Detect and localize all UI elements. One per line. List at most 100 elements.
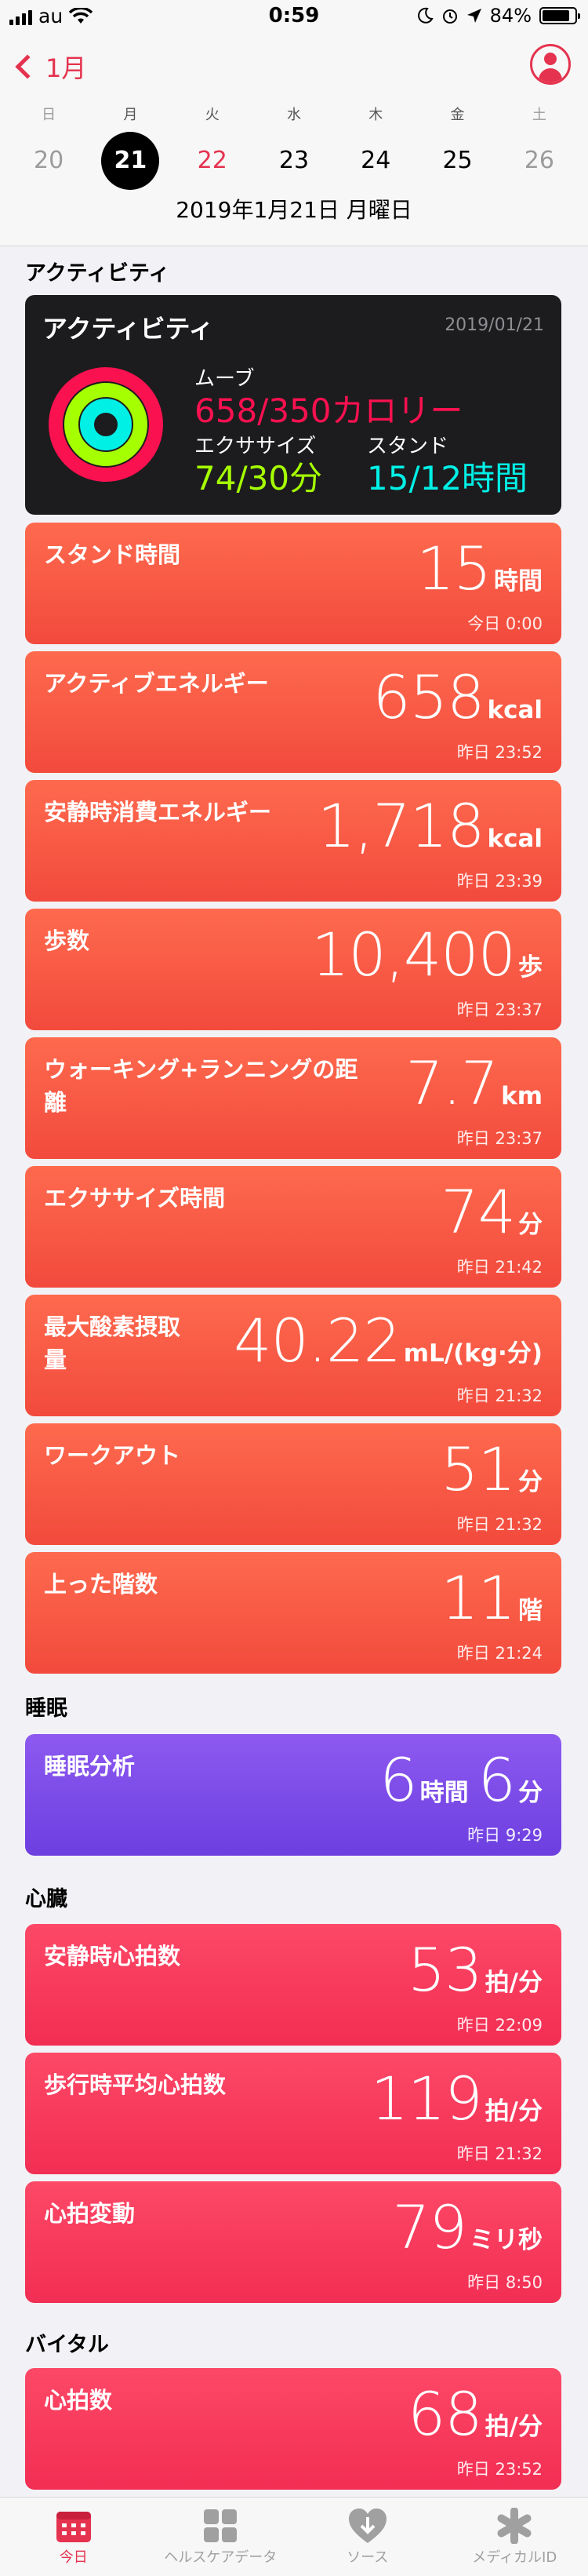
section-title-heart: 心臓: [25, 1887, 67, 1911]
day-number: 20: [34, 147, 64, 174]
metric-timestamp: 昨日 8:50: [467, 2273, 543, 2292]
metric-unit: kcal: [487, 825, 543, 853]
metric-title: 最大酸素摂取量: [44, 1314, 181, 1373]
metric-card-exercise-minutes[interactable]: エクササイズ時間 74 分昨日 21:42: [25, 1166, 561, 1288]
tab-label: ヘルスケアデータ: [164, 2549, 278, 2566]
metric-value-minutes: 6: [477, 1745, 516, 1815]
tab-sources[interactable]: ソース: [294, 2498, 441, 2576]
move-value: 658/350カロリー: [194, 392, 463, 430]
metric-unit: 時間: [419, 1779, 469, 1807]
day-number: 23: [278, 147, 310, 174]
metric-card-walking-heart-rate[interactable]: 歩行時平均心拍数 119 拍/分昨日 21:32: [25, 2053, 561, 2174]
weekday-label: 火: [205, 107, 220, 123]
metric-value: 10,400: [311, 920, 516, 989]
day-cell[interactable]: 火 22: [177, 104, 248, 190]
stand-label: スタンド: [367, 435, 449, 458]
metric-value: 15: [416, 534, 492, 603]
metric-card-resting-energy[interactable]: 安静時消費エネルギー 1,718 kcal 昨日 23:39: [25, 780, 561, 902]
tab-medical-id[interactable]: メディカルID: [441, 2498, 588, 2576]
metric-timestamp: 昨日 23:37: [456, 1129, 543, 1148]
metric-value: 658: [372, 662, 485, 732]
metric-card-flights-climbed[interactable]: 上った階数 11 階昨日 21:24: [25, 1552, 561, 1674]
metric-value: 7.7: [405, 1048, 499, 1118]
metric-card-walking-running-distance[interactable]: ウォーキング+ランニングの距離 7.7 km 昨日 23:37: [25, 1037, 561, 1159]
metric-title: エクササイズ時間: [44, 1185, 226, 1211]
day-number: 24: [361, 147, 391, 174]
metric-timestamp: 昨日 21:42: [456, 1258, 543, 1277]
metric-card-vo2-max[interactable]: 最大酸素摂取量 40.22 mL/(kg·分) 昨日 21:32: [25, 1295, 561, 1416]
metric-timestamp: 昨日 23:37: [456, 1000, 543, 1019]
weekday-label: 水: [286, 107, 301, 123]
metric-unit: 分: [518, 1211, 543, 1239]
metric-timestamp: 昨日 9:29: [467, 1826, 543, 1845]
metric-value: 40.22: [234, 1306, 401, 1375]
metric-timestamp: 昨日 22:09: [456, 2016, 543, 2035]
day-cell[interactable]: 水 23: [259, 104, 329, 190]
section-title-vitals: バイタル: [25, 2333, 109, 2357]
metric-value: 53: [407, 1935, 483, 2005]
metric-card-sleep-analysis[interactable]: 睡眠分析 6 時間 6 分 昨日 9:29: [25, 1734, 561, 1856]
day-number: 26: [524, 147, 554, 174]
metric-unit: 分: [518, 1468, 543, 1496]
metric-value: 79: [392, 2192, 467, 2262]
metric-value: 6: [379, 1745, 417, 1815]
day-cell[interactable]: 月 21: [95, 104, 165, 190]
metric-card-active-energy[interactable]: アクティブエネルギー 658 kcal 昨日 23:52: [25, 651, 561, 773]
metric-unit: 歩: [518, 953, 543, 982]
back-button[interactable]: 1月: [13, 49, 86, 85]
day-cell[interactable]: 日 20: [13, 104, 84, 190]
metric-title: 歩行時平均心拍数: [44, 2071, 227, 2098]
metric-card-stand-hours[interactable]: スタンド時間 15 時間今日 0:00: [25, 523, 561, 644]
alarm-icon: [442, 9, 457, 24]
day-cell[interactable]: 土 26: [504, 104, 575, 190]
profile-icon[interactable]: [530, 44, 571, 85]
day-cell[interactable]: 金 25: [423, 104, 493, 190]
activity-card-title: アクティビティ: [42, 314, 214, 344]
metric-timestamp: 昨日 21:32: [456, 1515, 543, 1534]
metric-card-heart-rate-variability[interactable]: 心拍変動 79 ミリ秒 昨日 8:50: [25, 2181, 561, 2303]
back-label: 1月: [45, 53, 87, 83]
metric-title: 安静時心拍数: [44, 1943, 181, 1969]
metric-card-heart-rate[interactable]: 心拍数 68 拍/分 昨日 23:52: [25, 2368, 561, 2490]
metric-card-steps[interactable]: 歩数 10,400 歩昨日 23:37: [25, 909, 561, 1030]
metric-value: 1,718: [317, 791, 485, 861]
metric-title: アクティブエネルギー: [44, 670, 269, 697]
metric-card-resting-heart-rate[interactable]: 安静時心拍数 53 拍/分 昨日 22:09: [25, 1924, 561, 2046]
metric-title: 安静時消費エネルギー: [44, 799, 272, 825]
activity-card-date: 2019/01/21: [445, 315, 544, 335]
weekday-label: 金: [450, 107, 465, 123]
metric-unit: 時間: [494, 567, 543, 596]
activity-rings-card[interactable]: アクティビティ 2019/01/21 ムーブ 658/350カロリー エクササイ…: [25, 295, 561, 515]
metric-value: 119: [370, 2064, 483, 2133]
metric-timestamp: 昨日 21:24: [456, 1644, 543, 1663]
metric-unit: 拍/分: [485, 2413, 543, 2441]
metric-title: ワークアウト: [44, 1442, 181, 1469]
heart-download-icon: [348, 2509, 387, 2543]
metric-timestamp: 昨日 23:52: [456, 743, 543, 762]
status-bar: au 0:59 84%: [0, 0, 588, 35]
metric-title: スタンド時間: [44, 541, 181, 568]
metric-unit: ミリ秒: [470, 2226, 543, 2254]
metric-card-workouts[interactable]: ワークアウト 51 分昨日 21:32: [25, 1423, 561, 1545]
date-navigation: 1月 日 20 月 21 火 22 水 23 木 24 金 25 土 26 2019年1月21日 月曜日: [0, 35, 588, 246]
tab-today[interactable]: 今日: [0, 2498, 147, 2576]
tab-bar: 今日 ヘルスケアデータ ソース メディカルID: [0, 2497, 588, 2576]
day-cell[interactable]: 木 24: [340, 104, 411, 190]
metric-title: 歩数: [44, 927, 90, 954]
metric-unit: 拍/分: [485, 2097, 543, 2126]
metric-value: 51: [441, 1434, 516, 1504]
asterisk-icon: [497, 2508, 532, 2544]
week-strip: 日 20 月 21 火 22 水 23 木 24 金 25 土 26: [0, 104, 588, 190]
metric-title: 心拍数: [44, 2387, 113, 2414]
tab-label: 今日: [59, 2549, 88, 2566]
metric-unit: 階: [518, 1597, 543, 1625]
metric-timestamp: 昨日 21:32: [456, 2144, 543, 2163]
section-title-activity: アクティビティ: [25, 261, 170, 286]
battery-percent: 84%: [489, 5, 532, 27]
metric-timestamp: 昨日 23:39: [456, 872, 543, 891]
exercise-value: 74/30分: [194, 459, 323, 497]
weekday-label: 月: [123, 107, 138, 123]
move-label: ムーブ: [194, 367, 255, 391]
tab-health-data[interactable]: ヘルスケアデータ: [147, 2498, 295, 2576]
metric-timestamp: 今日 0:00: [467, 614, 543, 633]
